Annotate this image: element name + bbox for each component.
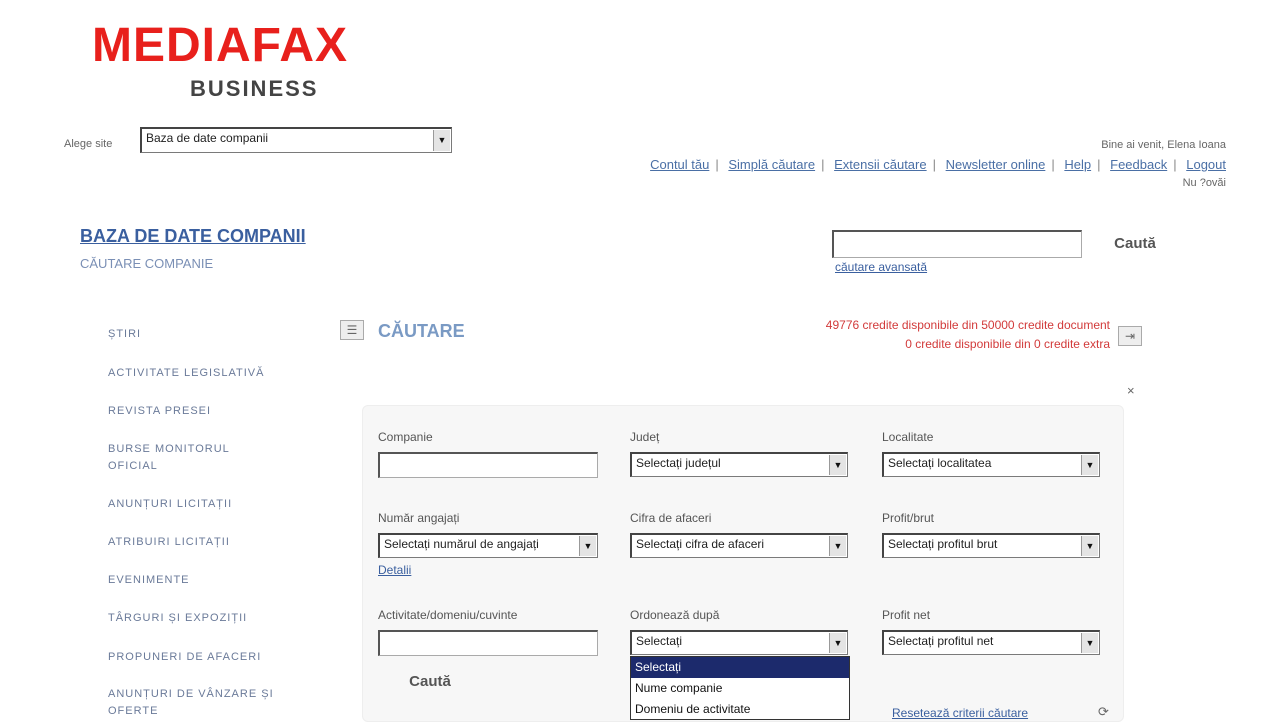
angajati-label: Număr angajați [378, 511, 460, 525]
profitnet-select-value: Selectați profitul net [888, 634, 994, 648]
chevron-down-icon: ▼ [829, 536, 846, 556]
top-link-help[interactable]: Help [1064, 157, 1091, 172]
site-select-value: Baza de date companii [146, 131, 269, 145]
sidebar-item-propuneri[interactable]: PROPUNERI DE AFACERI [108, 649, 268, 666]
advanced-search-link[interactable]: căutare avansată [835, 260, 927, 274]
activitate-label: Activitate/domeniu/cuvinte [378, 608, 518, 622]
profit-select-value: Selectați profitul brut [888, 537, 998, 551]
details-link[interactable]: Detalii [378, 563, 411, 577]
dropdown-option-selected[interactable]: Selectați [631, 657, 849, 678]
cifra-select[interactable]: Selectați cifra de afaceri ▼ [630, 533, 848, 558]
welcome-text: Bine ai venit, Elena Ioana [1101, 139, 1226, 151]
top-link-simple-search[interactable]: Simplă căutare [728, 157, 815, 172]
localitate-label: Localitate [882, 430, 934, 444]
top-link-feedback[interactable]: Feedback [1110, 157, 1167, 172]
ordonare-select[interactable]: Selectați ▼ [630, 630, 848, 655]
chevron-down-icon: ▼ [829, 455, 846, 475]
ordonare-select-value: Selectați [636, 634, 683, 648]
judet-select[interactable]: Selectați județul ▼ [630, 452, 848, 477]
export-icon[interactable]: ⇥ [1118, 326, 1142, 346]
brand-logo: MEDIAFAX [92, 19, 349, 72]
chevron-down-icon: ▼ [579, 536, 596, 556]
sidebar-item-targuri[interactable]: TÂRGURI ȘI EXPOZIȚII [108, 610, 268, 627]
reset-criteria-link[interactable]: Resetează criterii căutare [892, 706, 1028, 720]
search-input[interactable] [832, 230, 1082, 258]
credits-line-2: 0 credite disponibile din 0 credite extr… [905, 337, 1110, 351]
companie-label: Companie [378, 430, 433, 444]
close-icon[interactable]: × [1127, 383, 1135, 398]
sidebar-item-atribuiri[interactable]: ATRIBUIRI LICITAȚII [108, 534, 268, 551]
ordonare-dropdown-list: Selectați Nume companie Domeniu de activ… [630, 656, 850, 720]
sidebar-item-revista[interactable]: REVISTA PRESEI [108, 403, 268, 420]
site-select-label: Alege site [64, 138, 113, 150]
localitate-select[interactable]: Selectați localitatea ▼ [882, 452, 1100, 477]
reset-icon[interactable]: ⟳ [1098, 704, 1109, 720]
search-button[interactable]: Caută [1100, 230, 1170, 258]
top-link-extensions[interactable]: Extensii căutare [834, 157, 927, 172]
chevron-down-icon: ▼ [1081, 455, 1098, 475]
chevron-down-icon: ▼ [829, 633, 846, 653]
activitate-input[interactable] [378, 630, 598, 656]
top-link-logout[interactable]: Logout [1186, 157, 1226, 172]
profit-select[interactable]: Selectați profitul brut ▼ [882, 533, 1100, 558]
companie-input[interactable] [378, 452, 598, 478]
angajati-select[interactable]: Selectați numărul de angajați ▼ [378, 533, 598, 558]
chevron-down-icon: ▼ [1081, 536, 1098, 556]
chevron-down-icon: ▼ [1081, 633, 1098, 653]
top-link-account[interactable]: Contul tău [650, 157, 709, 172]
chevron-down-icon: ▼ [433, 130, 450, 151]
sidebar-item-stiri[interactable]: ȘTIRI [108, 326, 268, 343]
sidebar-item-activitate[interactable]: ACTIVITATE LEGISLATIVĂ [108, 365, 268, 382]
localitate-select-value: Selectați localitatea [888, 456, 992, 470]
angajati-select-value: Selectați numărul de angajați [384, 537, 539, 551]
top-link-newsletter[interactable]: Newsletter online [946, 157, 1046, 172]
judet-select-value: Selectați județul [636, 456, 721, 470]
sidebar-item-anunturi-vanzare[interactable]: ANUNȚURI DE VÂNZARE ȘI OFERTE [108, 686, 288, 720]
site-select[interactable]: Baza de date companii ▼ [140, 127, 452, 153]
brand-subtitle: BUSINESS [190, 76, 319, 101]
credits-line-1: 49776 credite disponibile din 50000 cred… [825, 318, 1110, 332]
profitnet-select[interactable]: Selectați profitul net ▼ [882, 630, 1100, 655]
section-subtitle: CĂUTARE COMPANIE [80, 256, 214, 271]
form-search-button[interactable]: Caută [400, 668, 460, 696]
profit-label: Profit/brut [882, 511, 935, 525]
list-icon: ☰ [340, 320, 364, 340]
cifra-label: Cifra de afaceri [630, 511, 712, 525]
dropdown-option[interactable]: Domeniu de activitate [631, 699, 849, 720]
judet-label: Județ [630, 430, 660, 444]
cautare-title: CĂUTARE [378, 321, 465, 341]
sidebar-item-anunturi-licitatii[interactable]: ANUNȚURI LICITAȚII [108, 496, 268, 513]
section-title[interactable]: BAZA DE DATE COMPANII [80, 226, 306, 247]
cifra-select-value: Selectați cifra de afaceri [636, 537, 765, 551]
sidebar-item-burse[interactable]: BURSE MONITORUL OFICIAL [108, 441, 258, 475]
profitnet-label: Profit net [882, 608, 931, 622]
top-links: Contul tău | Simplă căutare | Extensii cău… [650, 157, 1226, 172]
ordonare-label: Ordonează după [630, 608, 720, 622]
sidebar-item-evenimente[interactable]: EVENIMENTE [108, 572, 268, 589]
dropdown-option[interactable]: Nume companie [631, 678, 849, 699]
user-second-line: Nu ?ovăi [1182, 177, 1226, 189]
